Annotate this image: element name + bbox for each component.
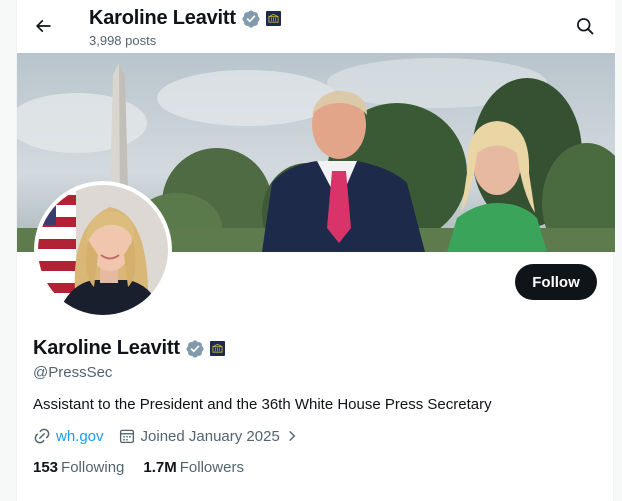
calendar-icon	[119, 429, 134, 444]
post-count: 3,998 posts	[89, 33, 157, 48]
profile-website: wh.gov	[33, 427, 104, 445]
followers-count: 1.7M	[143, 459, 177, 476]
following-count: 153	[33, 459, 59, 476]
profile-header-bar: Karoline Leavitt 3,998 posts	[17, 0, 615, 53]
government-affiliation-icon[interactable]	[209, 341, 225, 356]
followers-label: Followers	[179, 459, 244, 476]
profile-bio: Assistant to the President and the 36th …	[33, 396, 492, 413]
profile-joined[interactable]: Joined January 2025	[118, 427, 299, 445]
profile-column: Karoline Leavitt 3,998 posts Follow Karo…	[16, 0, 615, 501]
avatar[interactable]	[34, 181, 172, 319]
joined-date: Joined January 2025	[140, 427, 280, 445]
profile-handle: @PressSec	[33, 364, 113, 381]
arrow-left-icon	[35, 19, 51, 33]
website-link[interactable]: wh.gov	[56, 428, 104, 445]
verified-badge-icon[interactable]	[185, 339, 205, 359]
government-affiliation-icon	[265, 11, 281, 26]
following-label: Following	[61, 459, 125, 476]
header-title: Karoline Leavitt	[89, 7, 281, 30]
search-button[interactable]	[571, 12, 599, 40]
profile-stats: 153 Following 1.7M Followers	[33, 459, 263, 476]
back-button[interactable]	[27, 10, 59, 42]
followers-link[interactable]: 1.7M Followers	[143, 459, 244, 476]
search-icon	[577, 18, 594, 35]
profile-meta: wh.gov Joined January 2025	[33, 427, 313, 445]
header-display-name: Karoline Leavitt	[89, 7, 236, 29]
profile-name-row: Karoline Leavitt	[33, 337, 225, 360]
verified-badge-icon	[242, 9, 260, 28]
following-link[interactable]: 153 Following	[33, 459, 124, 476]
profile-display-name: Karoline Leavitt	[33, 337, 180, 359]
chevron-right-icon	[288, 430, 296, 442]
link-icon	[34, 428, 50, 444]
follow-button[interactable]: Follow	[515, 264, 597, 300]
